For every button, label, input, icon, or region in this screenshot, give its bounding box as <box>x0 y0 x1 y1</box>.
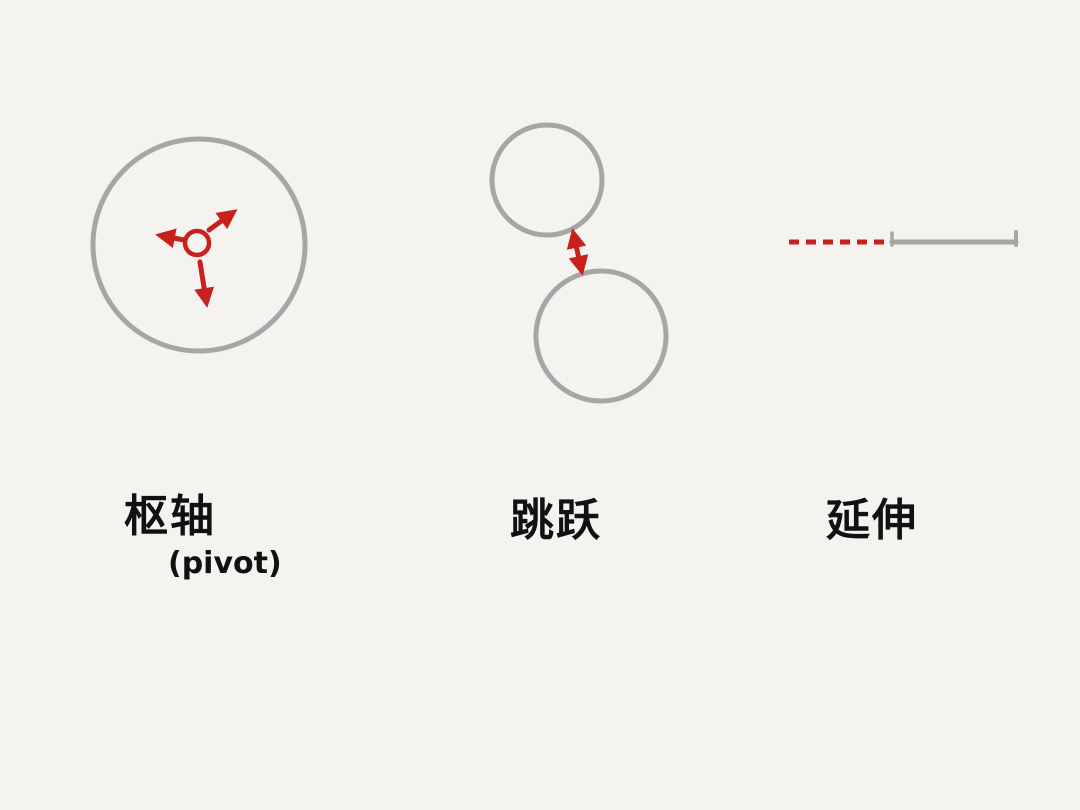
jump-diagram <box>489 122 669 404</box>
jump-label: 跳跃 <box>510 495 602 546</box>
diagram-canvas: 枢轴 (pivot) 跳跃 延伸 <box>0 0 1080 810</box>
jump-upper-circle <box>489 122 605 238</box>
extend-diagram <box>789 230 1019 247</box>
pivot-center-circle <box>182 228 212 258</box>
pivot-arrow-upper-right <box>206 209 238 233</box>
diagram-drawing <box>90 122 1019 404</box>
pivot-label: 枢轴 <box>124 491 216 542</box>
pivot-outer-circle <box>90 136 308 354</box>
pivot-sublabel: (pivot) <box>168 546 282 581</box>
extend-label: 延伸 <box>826 495 918 546</box>
pivot-diagram <box>90 136 308 354</box>
pivot-arrow-down <box>194 259 215 308</box>
pivot-arrow-left <box>155 228 187 249</box>
jump-lower-circle <box>533 268 669 404</box>
jump-double-arrow <box>566 228 589 276</box>
